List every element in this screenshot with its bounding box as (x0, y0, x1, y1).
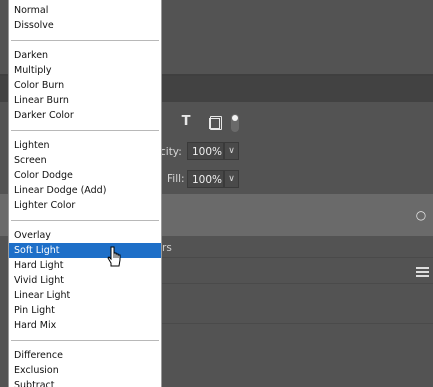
mouse-pointer-icon (107, 246, 121, 267)
blend-option-subtract[interactable]: Subtract (9, 378, 161, 387)
opacity-label: city: (160, 146, 182, 158)
blend-option-darken[interactable]: Darken (9, 48, 161, 63)
layer-separator (160, 257, 433, 258)
menu-separator (11, 40, 159, 41)
smart-object-filter-icon[interactable] (210, 116, 222, 130)
smart-object-badge-icon: ○ (415, 208, 427, 222)
blend-option-linear-light[interactable]: Linear Light (9, 288, 161, 303)
blend-option-soft-light[interactable]: Soft Light (9, 243, 161, 258)
screen: T city: 100% ∨ Fill: 100% ∨ ○ rs Normal … (0, 0, 433, 387)
menu-separator (11, 340, 159, 341)
layer-effects-label: rs (162, 242, 172, 254)
layer-separator (160, 323, 433, 324)
opacity-field[interactable]: 100% (187, 142, 224, 160)
blend-option-lighten[interactable]: Lighten (9, 138, 161, 153)
filter-toggle-icon[interactable] (231, 114, 239, 132)
blend-option-linear-dodge[interactable]: Linear Dodge (Add) (9, 183, 161, 198)
fill-dropdown-button[interactable]: ∨ (224, 170, 239, 188)
blend-option-hard-mix[interactable]: Hard Mix (9, 318, 161, 333)
blend-mode-menu: Normal Dissolve Darken Multiply Color Bu… (8, 0, 162, 387)
blend-option-lighter-color[interactable]: Lighter Color (9, 198, 161, 213)
blend-option-linear-burn[interactable]: Linear Burn (9, 93, 161, 108)
adjust-sliders-icon[interactable] (416, 266, 430, 278)
fill-field[interactable]: 100% (187, 170, 224, 188)
blend-option-vivid-light[interactable]: Vivid Light (9, 273, 161, 288)
blend-option-multiply[interactable]: Multiply (9, 63, 161, 78)
blend-option-difference[interactable]: Difference (9, 348, 161, 363)
blend-option-hard-light[interactable]: Hard Light (9, 258, 161, 273)
blend-option-normal[interactable]: Normal (9, 3, 161, 18)
blend-option-screen[interactable]: Screen (9, 153, 161, 168)
fill-label: Fill: (167, 173, 185, 185)
menu-separator (11, 220, 159, 221)
toggle-knob (232, 115, 238, 121)
blend-option-dissolve[interactable]: Dissolve (9, 18, 161, 33)
blend-option-color-burn[interactable]: Color Burn (9, 78, 161, 93)
type-filter-icon[interactable]: T (178, 113, 194, 131)
layer-separator (160, 283, 433, 284)
opacity-dropdown-button[interactable]: ∨ (224, 142, 239, 160)
blend-option-exclusion[interactable]: Exclusion (9, 363, 161, 378)
blend-option-pin-light[interactable]: Pin Light (9, 303, 161, 318)
blend-option-overlay[interactable]: Overlay (9, 228, 161, 243)
blend-option-color-dodge[interactable]: Color Dodge (9, 168, 161, 183)
menu-separator (11, 130, 159, 131)
blend-option-darker-color[interactable]: Darker Color (9, 108, 161, 123)
